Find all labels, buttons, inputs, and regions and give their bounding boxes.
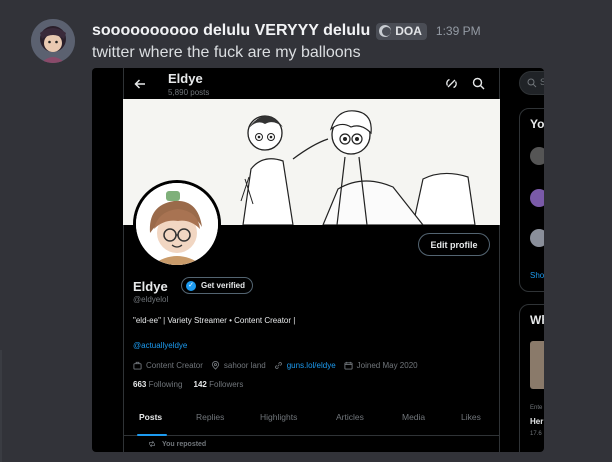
get-verified-label: Get verified: [201, 281, 246, 290]
joined-label: Joined May 2020: [356, 361, 418, 370]
category-item: Content Creator: [133, 361, 203, 370]
sidebar-search-placeholder: S: [540, 77, 544, 87]
repost-icon: [149, 440, 155, 448]
search-icon[interactable]: [472, 77, 485, 90]
bio-mention-link[interactable]: @actuallyeldye: [133, 341, 187, 350]
trend-meta: Ente: [530, 405, 543, 411]
calendar-icon: [344, 361, 353, 370]
whats-happening-card: Wh Ente Her 17.6: [519, 304, 544, 452]
followers-count: 142: [193, 380, 207, 389]
tab-replies[interactable]: Replies: [196, 412, 224, 422]
get-verified-button[interactable]: ✓ Get verified: [181, 277, 254, 294]
sidebar-search[interactable]: S: [519, 71, 544, 95]
profile-avatar[interactable]: [133, 180, 221, 268]
suggested-avatar[interactable]: [530, 189, 544, 207]
url-item[interactable]: guns.lol/eldye: [274, 361, 336, 370]
twitter-sidebar: S Yo Sho Wh Ente Her 17.6: [519, 68, 544, 452]
verified-badge-icon: ✓: [186, 280, 196, 291]
who-to-follow-card: Yo Sho: [519, 108, 544, 292]
location-label: sahoor land: [223, 361, 266, 370]
message-timestamp: 1:39 PM: [435, 24, 481, 38]
trend-count: 17.6: [530, 431, 542, 437]
profile-handle: @eldyelol: [133, 295, 169, 304]
following-count: 663: [133, 380, 147, 389]
location-item: sahoor land: [211, 361, 266, 370]
category-label: Content Creator: [146, 361, 203, 370]
screenshot-embed[interactable]: Eldye 5,890 posts Edit profile Eldye ✓ G…: [92, 68, 544, 452]
sidebar-search-icon: [527, 78, 537, 88]
edit-profile-button[interactable]: Edit profile: [418, 233, 490, 256]
back-arrow-icon[interactable]: [133, 77, 147, 91]
tab-media[interactable]: Media: [402, 412, 425, 422]
tab-articles[interactable]: Articles: [336, 412, 364, 422]
discord-message: soooooooooo delulu VERYYY delulu DOA 1:3…: [0, 0, 612, 462]
user-avatar[interactable]: [31, 19, 75, 63]
message-content: twitter where the fuck are my balloons: [92, 44, 361, 61]
username[interactable]: soooooooooo delulu VERYYY delulu: [92, 22, 370, 40]
topbar-display-name: Eldye: [168, 71, 203, 86]
repost-indicator: You reposted: [148, 440, 206, 448]
suggested-avatar[interactable]: [530, 229, 544, 247]
profile-tabs: Posts Replies Highlights Articles Media …: [123, 406, 500, 436]
post-count: 5,890 posts: [168, 88, 210, 97]
moon-icon: [379, 25, 392, 37]
followers-label: Followers: [209, 380, 244, 389]
scroll-edge: [0, 350, 2, 462]
card1-heading: Yo: [530, 117, 544, 131]
profile-url[interactable]: guns.lol/eldye: [287, 361, 336, 370]
show-more-link[interactable]: Sho: [530, 271, 544, 280]
profile-bio: "eld-ee" | Variety Streamer • Content Cr…: [133, 316, 296, 325]
active-tab-indicator: [137, 434, 167, 436]
profile-topbar: Eldye 5,890 posts: [123, 68, 500, 99]
tab-posts[interactable]: Posts: [139, 412, 162, 422]
server-tag[interactable]: DOA: [376, 22, 427, 40]
grok-icon[interactable]: [445, 77, 458, 90]
profile-meta: Content Creator sahoor land guns.lol/eld…: [133, 360, 426, 371]
location-pin-icon: [211, 361, 220, 370]
follow-stats: 663 Following 142 Followers: [133, 380, 243, 389]
reposted-label: You reposted: [162, 440, 207, 448]
followers-link[interactable]: 142 Followers: [194, 380, 244, 389]
tab-highlights[interactable]: Highlights: [260, 412, 297, 422]
twitter-profile: Eldye 5,890 posts Edit profile Eldye ✓ G…: [123, 68, 500, 452]
following-label: Following: [148, 380, 183, 389]
link-icon: [274, 362, 282, 369]
server-tag-label: DOA: [395, 24, 422, 38]
suggested-avatar[interactable]: [530, 147, 544, 165]
trend-thumbnail[interactable]: [530, 341, 544, 389]
profile-display-name: Eldye: [133, 279, 168, 294]
tab-likes[interactable]: Likes: [461, 412, 481, 422]
message-header: soooooooooo delulu VERYYY delulu DOA 1:3…: [92, 20, 481, 42]
trend-title[interactable]: Her: [530, 417, 543, 426]
card2-heading: Wh: [530, 313, 544, 327]
joined-item: Joined May 2020: [344, 361, 418, 370]
briefcase-icon: [133, 361, 142, 370]
following-link[interactable]: 663 Following: [133, 380, 182, 389]
